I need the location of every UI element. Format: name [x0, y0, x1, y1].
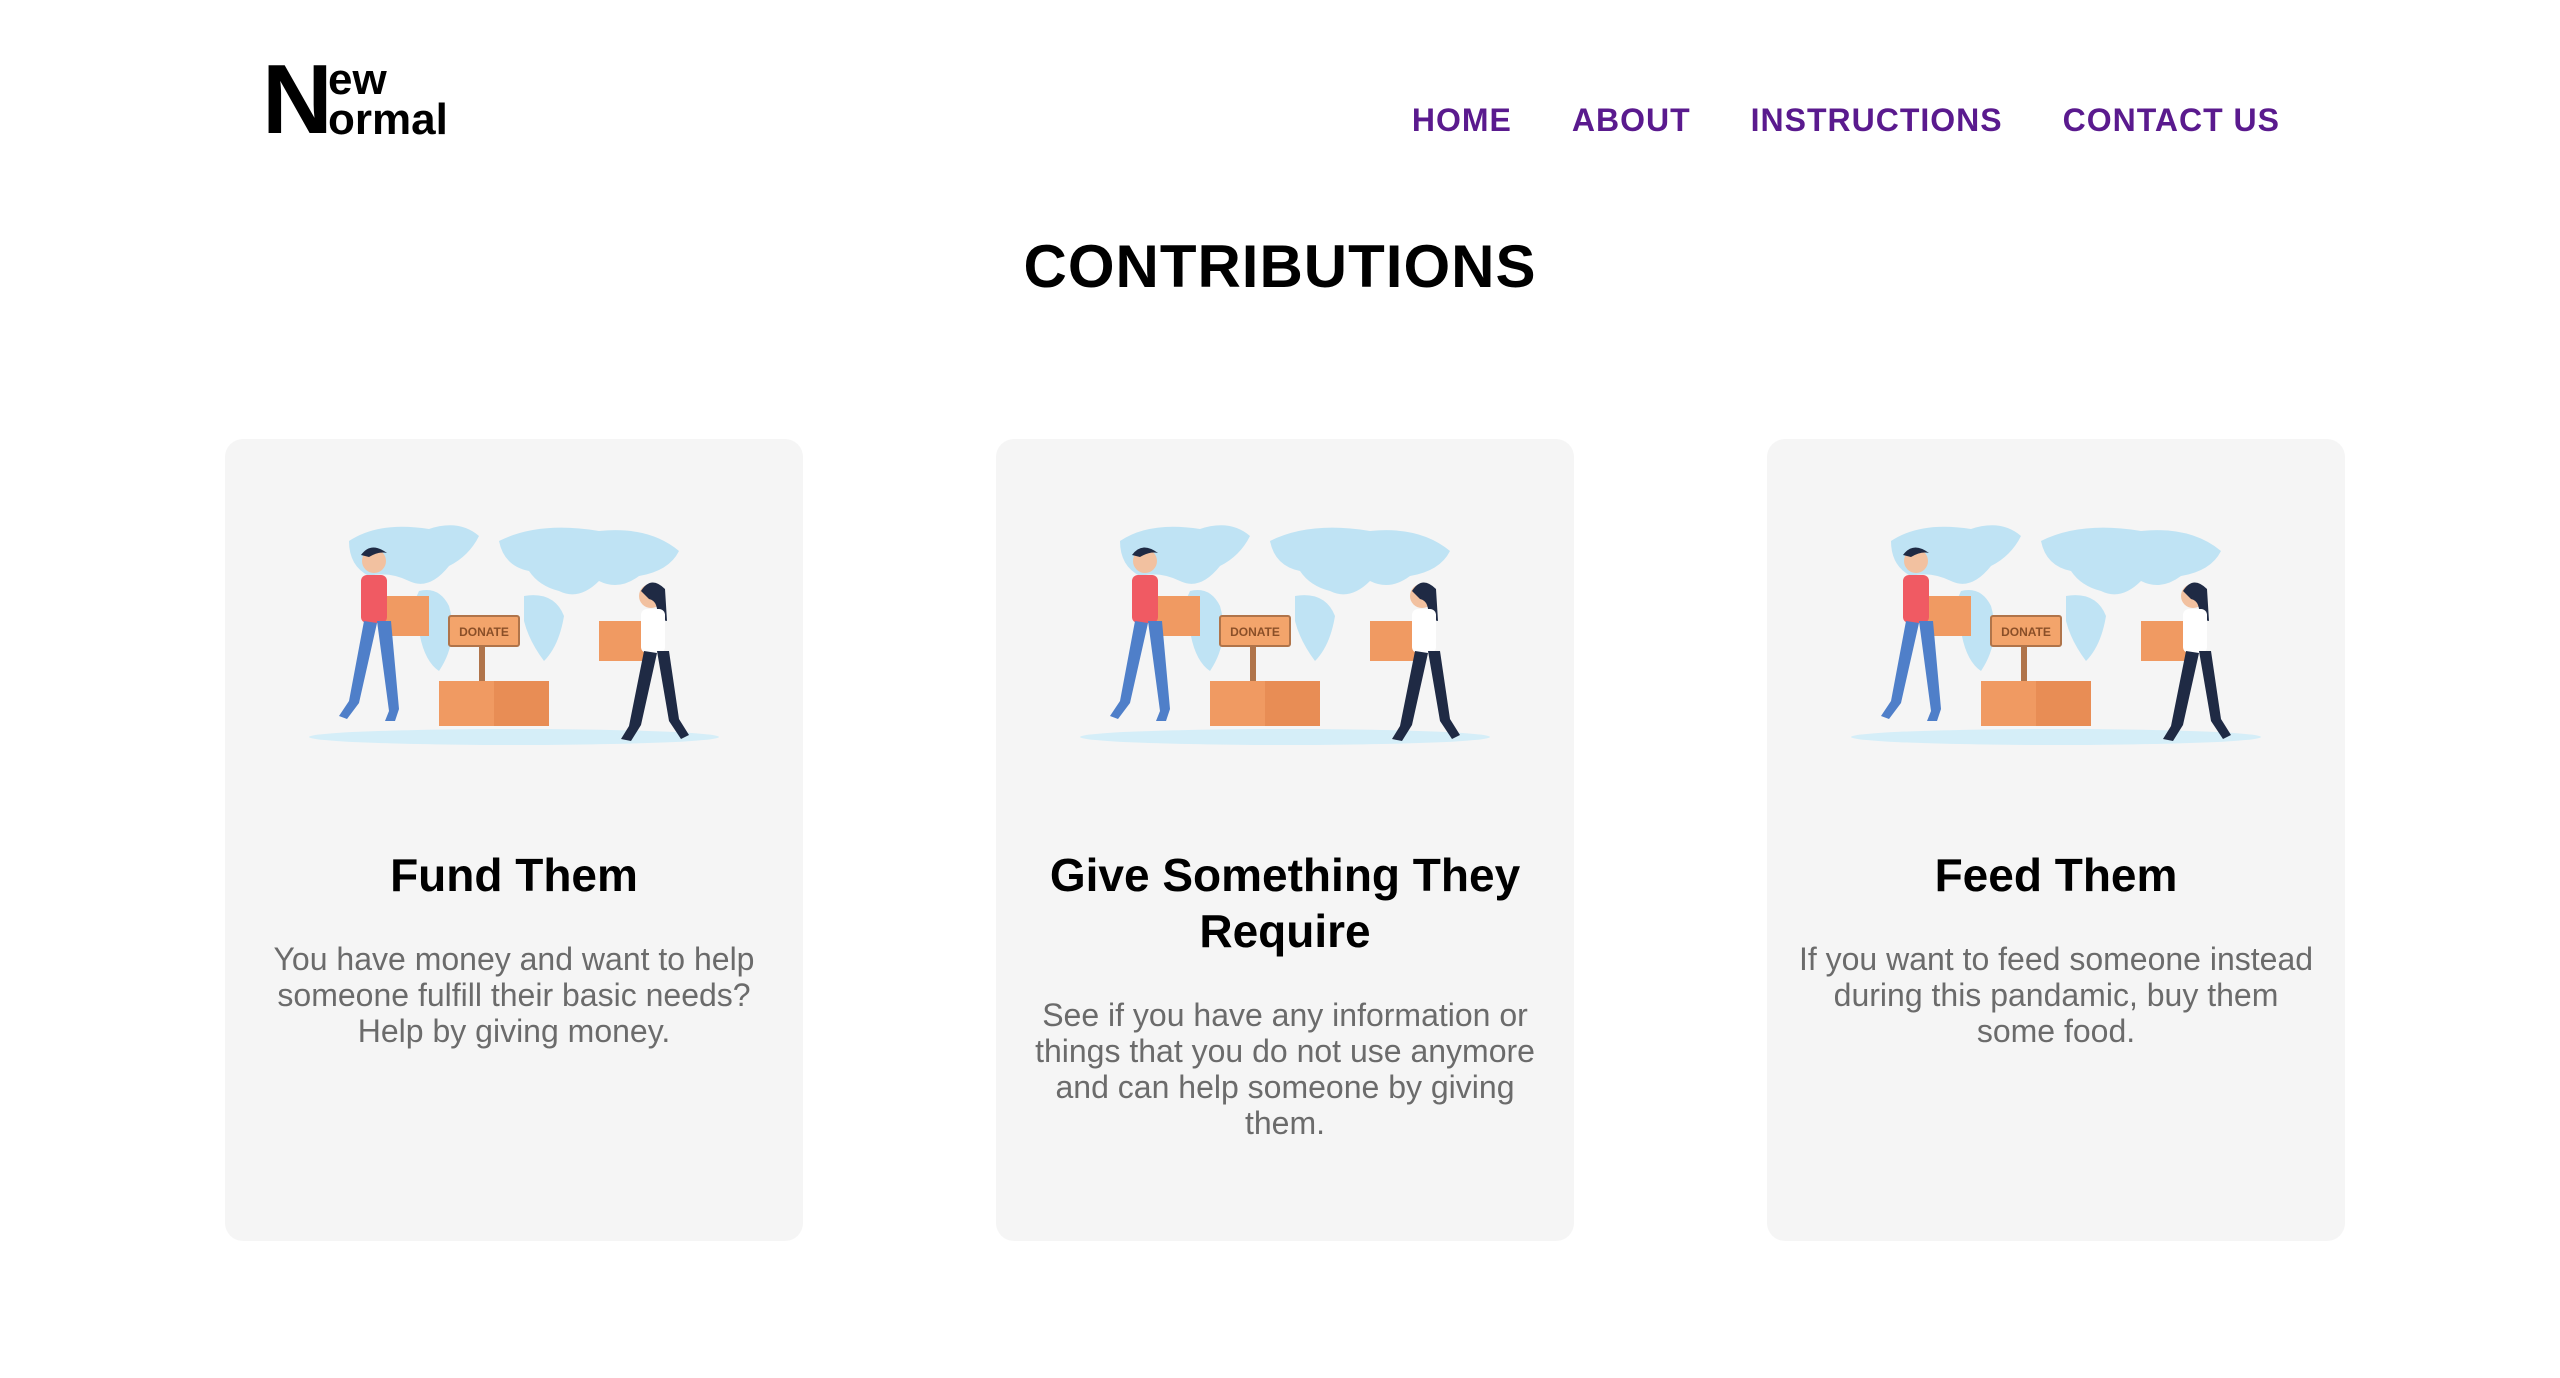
logo-n: N	[262, 44, 333, 154]
card-title: Give Something They Require	[1049, 849, 1521, 957]
donation-illustration: DONATE	[1851, 525, 2261, 745]
section-title: CONTRIBUTIONS	[1023, 233, 1537, 300]
logo[interactable]: N ew ormal	[262, 50, 462, 148]
donation-illustration: DONATE	[309, 525, 719, 745]
card-description: See if you have any information or thing…	[1035, 997, 1535, 1141]
contribution-card-fund[interactable]: DONATE Fund Them You have money and want…	[225, 439, 803, 1241]
contribution-card-feed[interactable]: DONATE Feed Them If you want to feed som…	[1767, 439, 2345, 1241]
card-description: You have money and want to help someone …	[273, 941, 755, 1049]
main-nav: HOME ABOUT INSTRUCTIONS CONTACT US	[1412, 100, 2280, 140]
nav-contact-link[interactable]: CONTACT US	[2063, 100, 2280, 140]
nav-about-link[interactable]: ABOUT	[1572, 100, 1691, 140]
donate-sign-label: DONATE	[459, 625, 509, 639]
card-title: Fund Them	[390, 849, 638, 901]
page: N ew ormal HOME ABOUT INSTRUCTIONS CONTA…	[0, 0, 2560, 1378]
donate-sign-label: DONATE	[1230, 625, 1280, 639]
contribution-card-give[interactable]: DONATE Give Something They Require See i…	[996, 439, 1574, 1241]
nav-instructions-link[interactable]: INSTRUCTIONS	[1751, 100, 2003, 140]
card-title: Feed Them	[1934, 849, 2178, 901]
card-description: If you want to feed someone instead duri…	[1798, 941, 2314, 1049]
donation-illustration: DONATE	[1080, 525, 1490, 745]
logo-line2: ormal	[328, 95, 448, 144]
nav-home-link[interactable]: HOME	[1412, 100, 1512, 140]
donate-sign-label: DONATE	[2001, 625, 2051, 639]
